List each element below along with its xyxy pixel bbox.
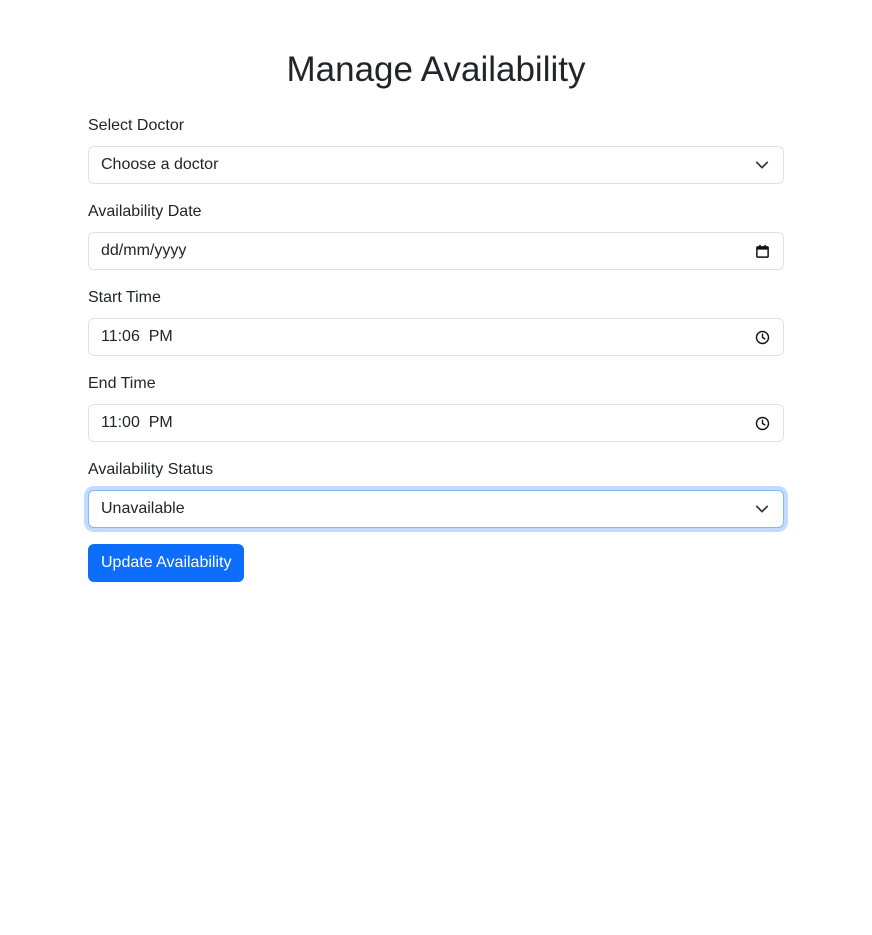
doctor-select[interactable]: Choose a doctor	[88, 146, 784, 184]
status-select-value: Unavailable	[101, 500, 185, 517]
end-time-label: End Time	[88, 375, 156, 392]
end-time-field-group: End Time 11:00 PM	[88, 374, 784, 442]
date-field-group: Availability Date dd/mm/yyyy	[88, 202, 784, 270]
clock-icon[interactable]	[754, 415, 770, 431]
end-time-value: 11:00 PM	[101, 414, 173, 431]
doctor-select-value: Choose a doctor	[101, 156, 219, 173]
availability-status-select[interactable]: Unavailable	[88, 490, 784, 528]
page-title: Manage Availability	[286, 50, 586, 89]
doctor-field-group: Select Doctor Choose a doctor	[88, 116, 784, 184]
clock-icon[interactable]	[754, 329, 770, 345]
start-time-field-group: Start Time 11:06 PM	[88, 288, 784, 356]
calendar-icon[interactable]	[754, 243, 770, 259]
status-field-group: Availability Status Unavailable	[88, 460, 784, 528]
status-label: Availability Status	[88, 461, 214, 478]
update-availability-button[interactable]: Update Availability	[88, 544, 245, 582]
chevron-down-icon	[754, 501, 770, 517]
end-time-input[interactable]: 11:00 PM	[88, 404, 784, 442]
start-time-label: Start Time	[88, 289, 161, 306]
start-time-input[interactable]: 11:06 PM	[88, 318, 784, 356]
date-input-value: dd/mm/yyyy	[101, 242, 187, 259]
start-time-value: 11:06 PM	[101, 328, 173, 345]
availability-date-input[interactable]: dd/mm/yyyy	[88, 232, 784, 270]
chevron-down-icon	[754, 157, 770, 173]
date-label: Availability Date	[88, 203, 202, 220]
doctor-label: Select Doctor	[88, 117, 185, 134]
